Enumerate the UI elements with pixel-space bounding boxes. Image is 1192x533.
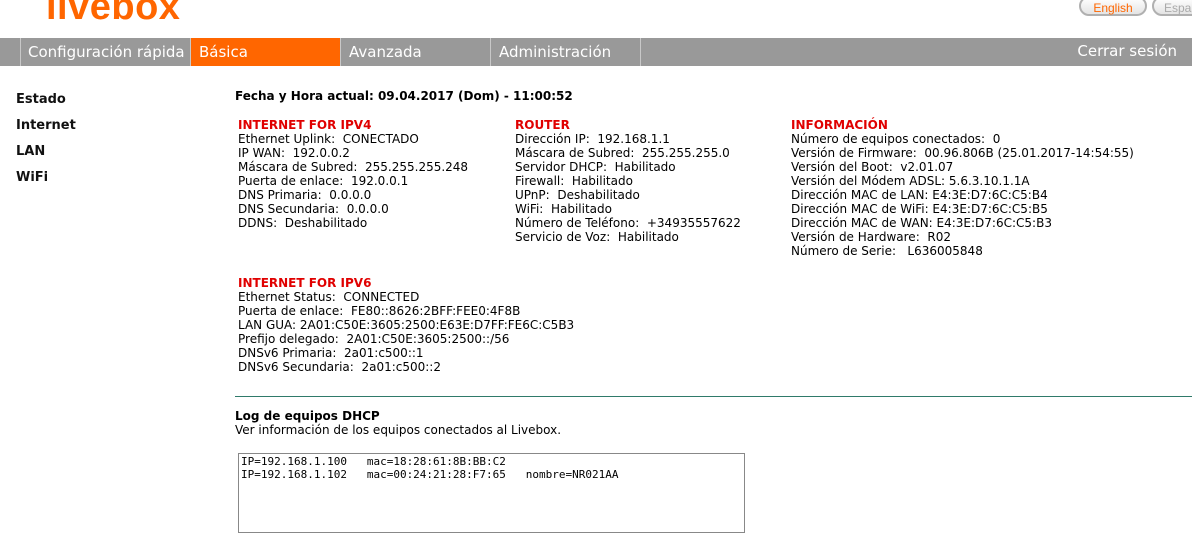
info-row: Dirección MAC de WAN: E4:3E:D7:6C:C5:B3 <box>791 216 1052 230</box>
router-row: WiFi: Habilitado <box>515 202 612 216</box>
info-row: Dirección MAC de WiFi: E4:3E:D7:6C:C5:B5 <box>791 202 1048 216</box>
ipv4-title: INTERNET FOR IPV4 <box>238 118 372 132</box>
ipv4-row: Ethernet Uplink: CONECTADO <box>238 132 419 146</box>
info-row: Versión de Firmware: 00.96.806B (25.01.2… <box>791 146 1134 160</box>
tab-avanzada[interactable]: Avanzada <box>341 38 491 66</box>
info-row: Versión del Módem ADSL: 5.6.3.10.1.1A <box>791 174 1030 188</box>
router-row: Número de Teléfono: +34935557622 <box>515 216 741 230</box>
dhcp-log-line: IP=192.168.1.100 mac=18:28:61:8B:BB:C2 <box>241 455 506 468</box>
info-row: Versión del Boot: v2.01.07 <box>791 160 954 174</box>
dhcp-log-description: Ver información de los equipos conectado… <box>235 423 562 437</box>
current-datetime: Fecha y Hora actual: 09.04.2017 (Dom) - … <box>235 89 573 103</box>
ipv4-row: IP WAN: 192.0.0.2 <box>238 146 350 160</box>
dhcp-log-line: IP=192.168.1.102 mac=00:24:21:28:F7:65 n… <box>241 468 619 481</box>
info-row: Número de Serie: L636005848 <box>791 244 983 258</box>
livebox-logo: livebox <box>46 0 181 28</box>
main-navigation-bar: Configuración rápida Básica Avanzada Adm… <box>0 38 1192 66</box>
router-row: Servicio de Voz: Habilitado <box>515 230 679 244</box>
router-row: Servidor DHCP: Habilitado <box>515 160 676 174</box>
info-row: Dirección MAC de LAN: E4:3E:D7:6C:C5:B4 <box>791 188 1048 202</box>
dhcp-log-textarea[interactable]: IP=192.168.1.100 mac=18:28:61:8B:BB:C2 I… <box>238 453 745 533</box>
english-language-button[interactable]: English <box>1079 0 1147 16</box>
info-title: INFORMACIÓN <box>791 118 888 132</box>
ipv6-row: DNSv6 Primaria: 2a01:c500::1 <box>238 346 424 360</box>
spanish-language-button[interactable]: Espa <box>1152 0 1192 16</box>
router-title: ROUTER <box>515 118 570 132</box>
sidebar: Estado Internet LAN WiFi <box>16 92 76 196</box>
router-row: Dirección IP: 192.168.1.1 <box>515 132 670 146</box>
ipv6-row: DNSv6 Secundaria: 2a01:c500::2 <box>238 360 441 374</box>
router-row: Máscara de Subred: 255.255.255.0 <box>515 146 730 160</box>
info-row: Número de equipos conectados: 0 <box>791 132 1001 146</box>
nav-spacer <box>0 38 21 66</box>
sidebar-item-estado[interactable]: Estado <box>16 92 76 118</box>
router-section: ROUTER Dirección IP: 192.168.1.1 Máscara… <box>515 118 741 244</box>
ipv4-row: DNS Primaria: 0.0.0.0 <box>238 188 372 202</box>
ipv6-row: Prefijo delegado: 2A01:C50E:3605:2500::/… <box>238 332 510 346</box>
router-row: Firewall: Habilitado <box>515 174 633 188</box>
ipv6-title: INTERNET FOR IPV6 <box>238 276 372 290</box>
info-section: INFORMACIÓN Número de equipos conectados… <box>791 118 1134 258</box>
ipv4-row: DDNS: Deshabilitado <box>238 216 368 230</box>
dhcp-log-title: Log de equipos DHCP <box>235 409 380 423</box>
router-row: UPnP: Deshabilitado <box>515 188 640 202</box>
ipv4-row: Puerta de enlace: 192.0.0.1 <box>238 174 409 188</box>
sidebar-item-internet[interactable]: Internet <box>16 118 76 144</box>
sidebar-item-wifi[interactable]: WiFi <box>16 170 76 196</box>
ipv4-row: DNS Secundaria: 0.0.0.0 <box>238 202 389 216</box>
ipv6-row: Ethernet Status: CONNECTED <box>238 290 420 304</box>
ipv6-section: INTERNET FOR IPV6 Ethernet Status: CONNE… <box>238 276 574 374</box>
sidebar-item-lan[interactable]: LAN <box>16 144 76 170</box>
logout-link[interactable]: Cerrar sesión <box>1077 38 1177 66</box>
tab-administracion[interactable]: Administración <box>491 38 641 66</box>
info-row: Versión de Hardware: R02 <box>791 230 951 244</box>
tab-configuracion-rapida[interactable]: Configuración rápida <box>20 38 191 66</box>
ipv6-row: Puerta de enlace: FE80::8626:2BFF:FEE0:4… <box>238 304 521 318</box>
ipv6-row: LAN GUA: 2A01:C50E:3605:2500:E63E:D7FF:F… <box>238 318 575 332</box>
ipv4-row: Máscara de Subred: 255.255.255.248 <box>238 160 469 174</box>
ipv4-section: INTERNET FOR IPV4 Ethernet Uplink: CONEC… <box>238 118 468 230</box>
section-divider <box>235 396 1192 397</box>
tab-basica[interactable]: Básica <box>191 38 341 66</box>
